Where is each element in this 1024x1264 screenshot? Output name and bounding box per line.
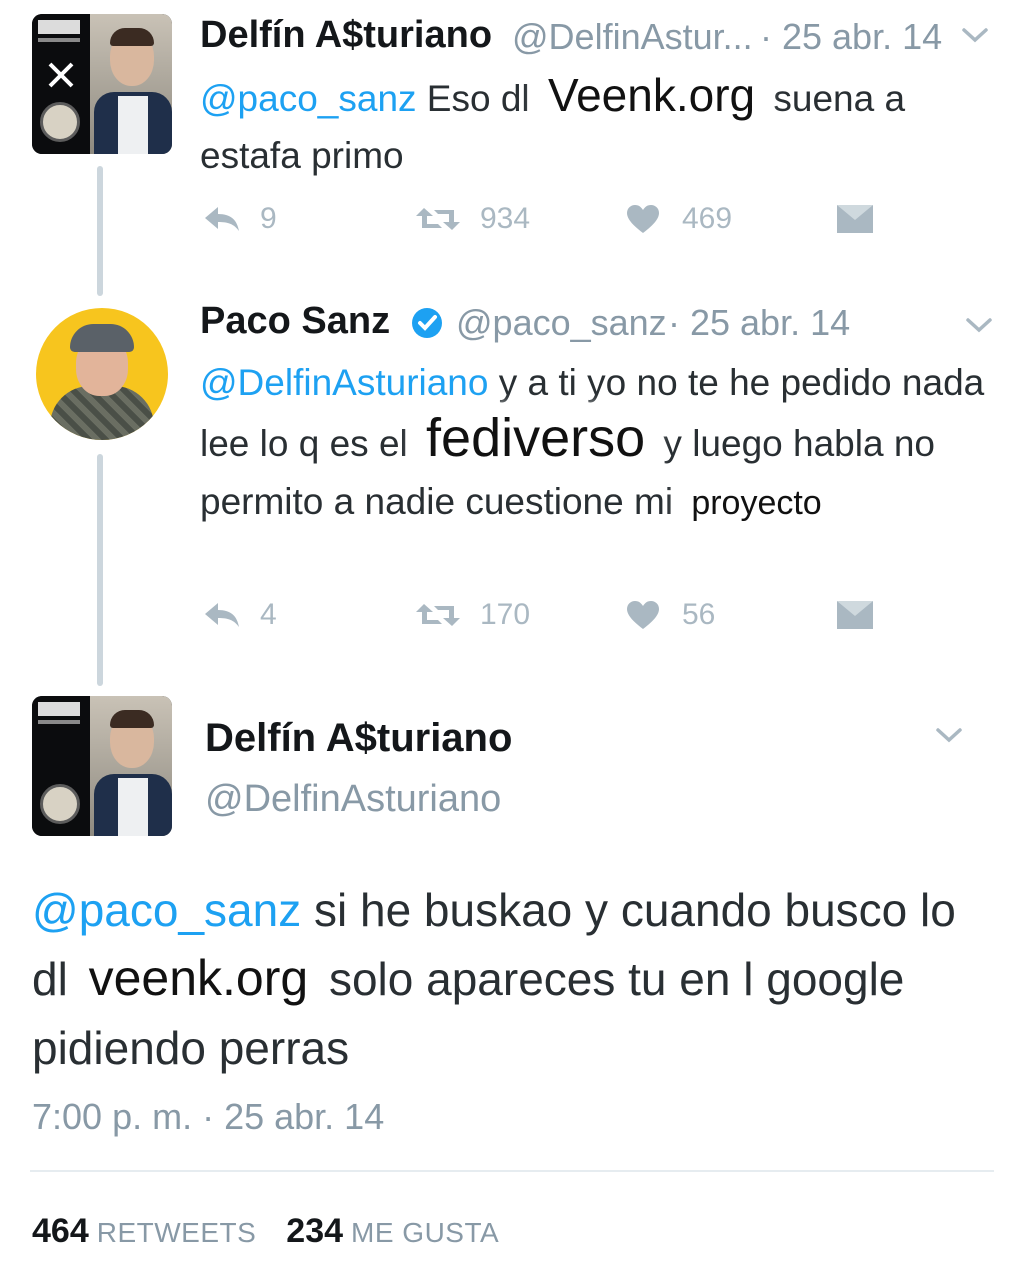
reply-icon <box>205 207 239 231</box>
reply-icon <box>205 603 239 627</box>
retweets-label[interactable]: RETWEETS <box>97 1217 257 1249</box>
likes-label[interactable]: ME GUSTA <box>351 1217 499 1249</box>
display-name[interactable]: Paco Sanz <box>200 300 390 343</box>
like-icon <box>627 205 659 233</box>
chevron-down-icon[interactable] <box>964 316 994 336</box>
like-button[interactable]: 56 <box>626 598 715 632</box>
chevron-down-icon[interactable] <box>960 26 990 46</box>
thread-connector <box>97 454 103 686</box>
like-button[interactable]: 469 <box>626 202 732 236</box>
dm-icon <box>837 601 873 629</box>
display-name[interactable]: Delfín A$turiano <box>205 716 512 761</box>
avatar[interactable] <box>32 696 172 836</box>
like-count: 56 <box>682 598 716 631</box>
dm-button[interactable] <box>836 204 874 234</box>
mention-link[interactable]: @DelfinAsturiano <box>200 362 488 403</box>
reply-button[interactable]: 9 <box>202 202 277 236</box>
retweet-button[interactable]: 170 <box>414 598 530 632</box>
reply-count: 4 <box>260 598 277 631</box>
tweet-date[interactable]: · 25 abr. 14 <box>760 16 942 58</box>
like-count: 469 <box>682 202 733 235</box>
close-mark-icon <box>48 62 74 88</box>
reply-count: 9 <box>260 202 277 235</box>
handle[interactable]: @DelfinAsturiano <box>205 778 501 821</box>
tweet-text: @paco_sanz Eso dl Veenk.org suena a esta… <box>200 69 906 177</box>
overlay-label: veenk.org <box>80 953 317 1003</box>
tweet-stats: 464 RETWEETS 234 ME GUSTA <box>32 1212 499 1251</box>
retweets-count[interactable]: 464 <box>32 1212 89 1251</box>
mention-link[interactable]: @paco_sanz <box>200 78 417 119</box>
display-name[interactable]: Delfín A$turiano <box>200 14 492 57</box>
handle[interactable]: @DelfinAstur... <box>512 16 752 58</box>
verified-badge-icon <box>412 308 442 338</box>
overlay-label: fediverso <box>418 411 654 466</box>
retweet-icon <box>416 604 460 626</box>
dm-button[interactable] <box>836 600 874 630</box>
reply-button[interactable]: 4 <box>202 598 277 632</box>
retweet-count: 170 <box>480 598 531 631</box>
overlay-label: proyecto <box>683 485 830 520</box>
mention-link[interactable]: @paco_sanz <box>32 884 301 936</box>
handle[interactable]: @paco_sanz <box>456 302 667 344</box>
likes-count[interactable]: 234 <box>286 1212 343 1251</box>
avatar[interactable] <box>36 308 168 440</box>
tweet-timestamp[interactable]: 7:00 p. m. · 25 abr. 14 <box>32 1096 384 1138</box>
retweet-button[interactable]: 934 <box>414 202 530 236</box>
divider <box>30 1170 994 1172</box>
retweet-icon <box>416 208 460 230</box>
retweet-count: 934 <box>480 202 531 235</box>
like-icon <box>627 601 659 629</box>
tweet-text: @DelfinAsturiano y a ti yo no te he pedi… <box>200 362 985 522</box>
thread-connector <box>97 166 103 296</box>
tweet-text: @paco_sanz si he buskao y cuando busco l… <box>32 884 956 1074</box>
avatar[interactable] <box>32 14 172 154</box>
dm-icon <box>837 205 873 233</box>
chevron-down-icon[interactable] <box>934 726 964 746</box>
tweet-date[interactable]: · 25 abr. 14 <box>668 302 850 344</box>
overlay-label: Veenk.org <box>539 72 764 118</box>
